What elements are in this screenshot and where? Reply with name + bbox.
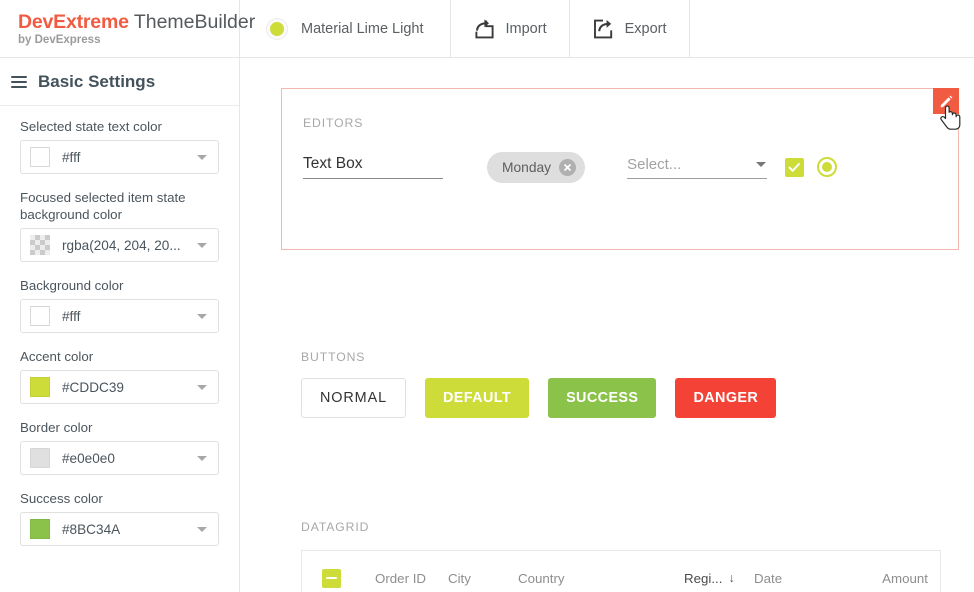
brand-name-themebuilder: ThemeBuilder — [128, 11, 256, 33]
editors-caption: EDITORS — [303, 116, 364, 130]
color-swatch — [30, 448, 50, 468]
field-selected-state-text-color: Selected state text color #fff — [20, 118, 219, 174]
column-header-region[interactable]: Regi... ↓ — [678, 571, 748, 586]
color-value: #fff — [62, 149, 81, 165]
chevron-down-icon — [197, 384, 207, 390]
datagrid: Order ID City Country Regi... ↓ Date Amo… — [301, 550, 941, 592]
import-button[interactable]: Import — [451, 0, 570, 57]
column-header-city[interactable]: City — [432, 571, 502, 586]
hamburger-icon[interactable] — [11, 75, 27, 88]
color-swatch — [30, 306, 50, 326]
field-label: Background color — [20, 278, 124, 293]
sidebar-fields: Selected state text color #fff Focused s… — [0, 106, 239, 546]
field-focused-selected-item-state-background-color: Focused selected item state background c… — [20, 189, 219, 262]
chevron-down-icon — [197, 526, 207, 532]
settings-sidebar: Basic Settings Selected state text color… — [0, 58, 240, 592]
brand-subtitle: by DevExpress — [18, 34, 101, 46]
brand-name-devextreme: DevExtreme — [18, 11, 129, 33]
color-value: #fff — [62, 308, 81, 324]
text-box-input[interactable]: Text Box — [303, 155, 443, 179]
field-label: Border color — [20, 420, 93, 435]
chevron-down-icon — [197, 455, 207, 461]
field-border-color: Border color #e0e0e0 — [20, 419, 219, 475]
sidebar-header: Basic Settings — [0, 58, 239, 106]
color-input-selected-state-text-color[interactable]: #fff — [20, 140, 219, 174]
color-value: #e0e0e0 — [62, 450, 115, 466]
tag-label: Monday — [502, 159, 552, 175]
default-button[interactable]: DEFAULT — [424, 378, 530, 418]
color-swatch — [30, 519, 50, 539]
column-header-region-label: Regi... — [684, 570, 723, 586]
radio-button-control[interactable] — [817, 157, 838, 177]
editors-controls-row: Text Box Monday Select... — [303, 143, 946, 191]
field-label: Accent color — [20, 349, 94, 364]
pencil-icon — [940, 95, 952, 107]
color-input-border-color[interactable]: #e0e0e0 — [20, 441, 219, 475]
color-input-accent-color[interactable]: #CDDC39 — [20, 370, 219, 404]
column-header-date[interactable]: Date — [748, 571, 816, 586]
chevron-down-icon — [756, 161, 767, 167]
theme-dot-icon — [266, 17, 288, 40]
success-button[interactable]: SUCCESS — [548, 378, 657, 418]
field-label: Selected state text color — [20, 119, 162, 134]
edit-theme-button[interactable] — [933, 88, 959, 114]
checkbox-control[interactable] — [785, 157, 805, 177]
themebuilder-app: DevExtreme ThemeBuilder by DevExpress Ma… — [0, 0, 974, 592]
normal-button[interactable]: NORMAL — [301, 378, 406, 418]
check-icon — [788, 162, 801, 172]
arrow-down-icon: ↓ — [728, 571, 735, 585]
app-header: DevExtreme ThemeBuilder by DevExpress Ma… — [0, 0, 974, 58]
editors-panel: EDITORS Text Box Monday Select... — [281, 88, 959, 250]
close-circle-icon[interactable] — [559, 158, 577, 176]
tag-box-item[interactable]: Monday — [487, 151, 586, 183]
brand-title: DevExtreme ThemeBuilder — [18, 11, 255, 33]
field-label: Focused selected item state background c… — [20, 190, 186, 222]
select-box-placeholder: Select... — [627, 155, 682, 173]
sidebar-title: Basic Settings — [38, 71, 156, 91]
color-swatch — [30, 377, 50, 397]
column-header-country[interactable]: Country — [502, 571, 678, 586]
color-input-background-color[interactable]: #fff — [20, 299, 219, 333]
select-box[interactable]: Select... — [627, 155, 768, 179]
select-all-cell — [302, 568, 360, 588]
color-input-focused-selected-item-state-background-color[interactable]: rgba(204, 204, 20... — [20, 228, 219, 262]
color-swatch — [30, 235, 50, 255]
preview-area: EDITORS Text Box Monday Select... BUTTON… — [240, 58, 974, 592]
import-icon — [473, 18, 495, 40]
theme-selector[interactable]: Material Lime Light — [240, 0, 451, 57]
field-accent-color: Accent color #CDDC39 — [20, 348, 219, 404]
danger-button[interactable]: DANGER — [675, 378, 777, 418]
column-header-amount[interactable]: Amount — [816, 571, 940, 586]
color-swatch — [30, 147, 50, 167]
theme-name-label: Material Lime Light — [301, 20, 424, 37]
select-all-checkbox[interactable] — [321, 568, 341, 588]
brand-logo: DevExtreme ThemeBuilder by DevExpress — [0, 0, 255, 57]
color-value: rgba(204, 204, 20... — [62, 237, 181, 253]
buttons-row: NORMAL DEFAULT SUCCESS DANGER — [301, 378, 777, 418]
chevron-down-icon — [197, 313, 207, 319]
datagrid-caption: DATAGRID — [301, 520, 370, 534]
export-label: Export — [624, 20, 667, 37]
field-success-color: Success color #8BC34A — [20, 490, 219, 546]
export-button[interactable]: Export — [570, 0, 690, 57]
chevron-down-icon — [197, 242, 207, 248]
import-label: Import — [505, 20, 547, 37]
field-background-color: Background color #fff — [20, 277, 219, 333]
field-label: Success color — [20, 491, 103, 506]
datagrid-header-row: Order ID City Country Regi... ↓ Date Amo… — [302, 551, 940, 592]
color-value: #8BC34A — [62, 521, 121, 537]
buttons-caption: BUTTONS — [301, 350, 366, 364]
chevron-down-icon — [197, 154, 207, 160]
color-input-success-color[interactable]: #8BC34A — [20, 512, 219, 546]
column-header-order-id[interactable]: Order ID — [360, 571, 432, 586]
color-value: #CDDC39 — [62, 379, 124, 395]
export-icon — [592, 18, 614, 40]
